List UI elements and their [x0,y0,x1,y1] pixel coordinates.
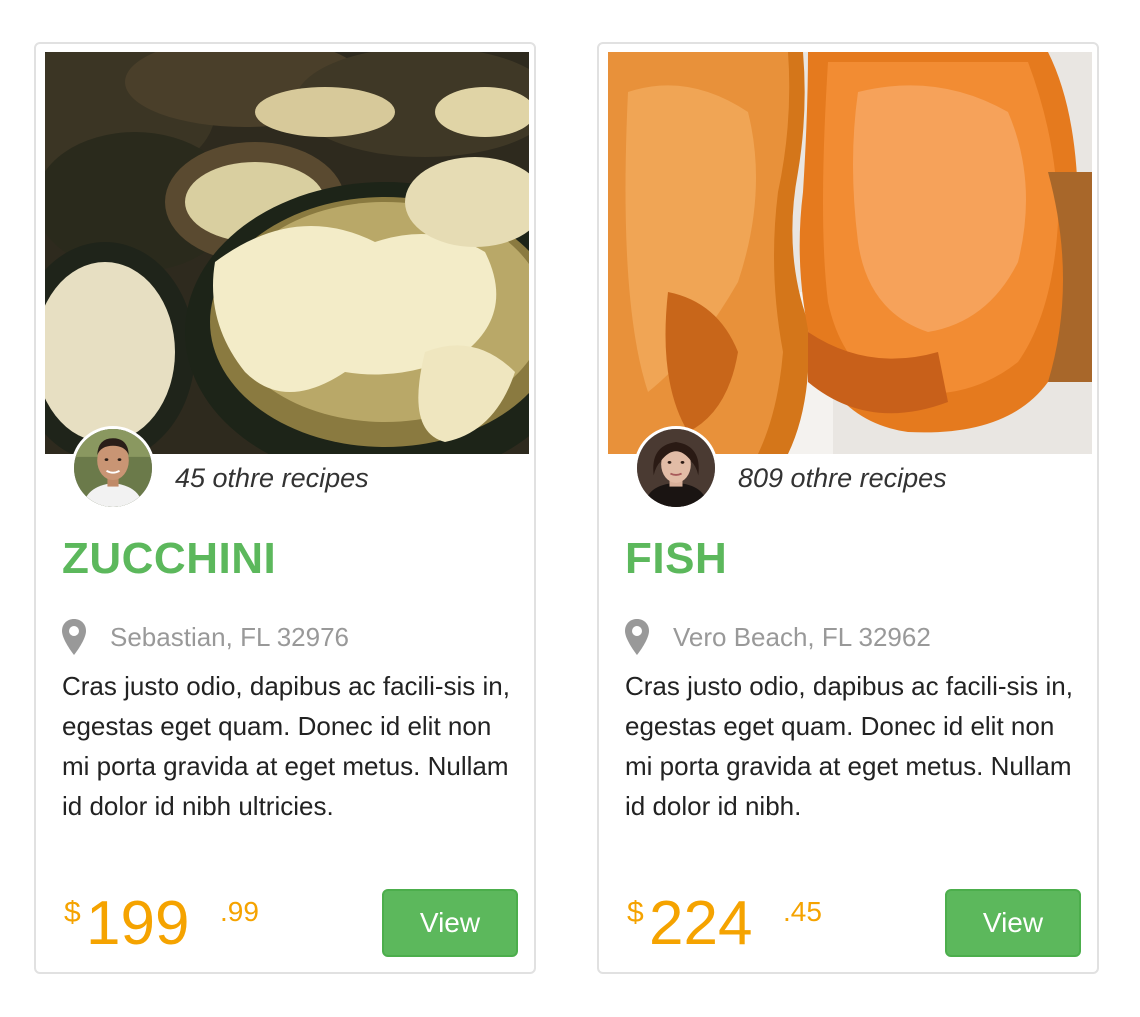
zucchini-photo[interactable] [45,52,529,454]
location: Vero Beach, FL 32962 [625,617,931,657]
location: Sebastian, FL 32976 [62,617,349,657]
price-dollars: 199 [86,889,190,958]
recipe-title[interactable]: ZUCCHINI [62,534,276,584]
map-pin-icon [62,619,86,655]
view-button[interactable]: View [382,889,518,957]
recipe-card: 45 othre recipes ZUCCHINI Sebastian, FL … [34,42,536,974]
price-dollars: 224 [649,889,753,958]
recipe-description: Cras justo odio, dapibus ac facili-sis i… [62,671,510,821]
price-cents: .99 [220,896,259,927]
location-text: Vero Beach, FL 32962 [673,621,931,652]
view-button[interactable]: View [945,889,1081,957]
price-currency: $ [627,896,644,929]
recipe-card: 809 othre recipes FISH Vero Beach, FL 32… [597,42,1099,974]
map-pin-icon [625,619,649,655]
recipe-description: Cras justo odio, dapibus ac facili-sis i… [625,671,1073,821]
price-currency: $ [64,896,81,929]
recipe-title[interactable]: FISH [625,534,727,584]
price-cents: .45 [783,896,822,927]
location-text: Sebastian, FL 32976 [110,621,349,652]
author-recipe-count[interactable]: 809 othre recipes [738,463,947,494]
woman-avatar[interactable] [634,426,718,510]
fish-photo[interactable] [608,52,1092,454]
author-recipe-count[interactable]: 45 othre recipes [175,463,369,494]
chef-avatar[interactable] [71,426,155,510]
